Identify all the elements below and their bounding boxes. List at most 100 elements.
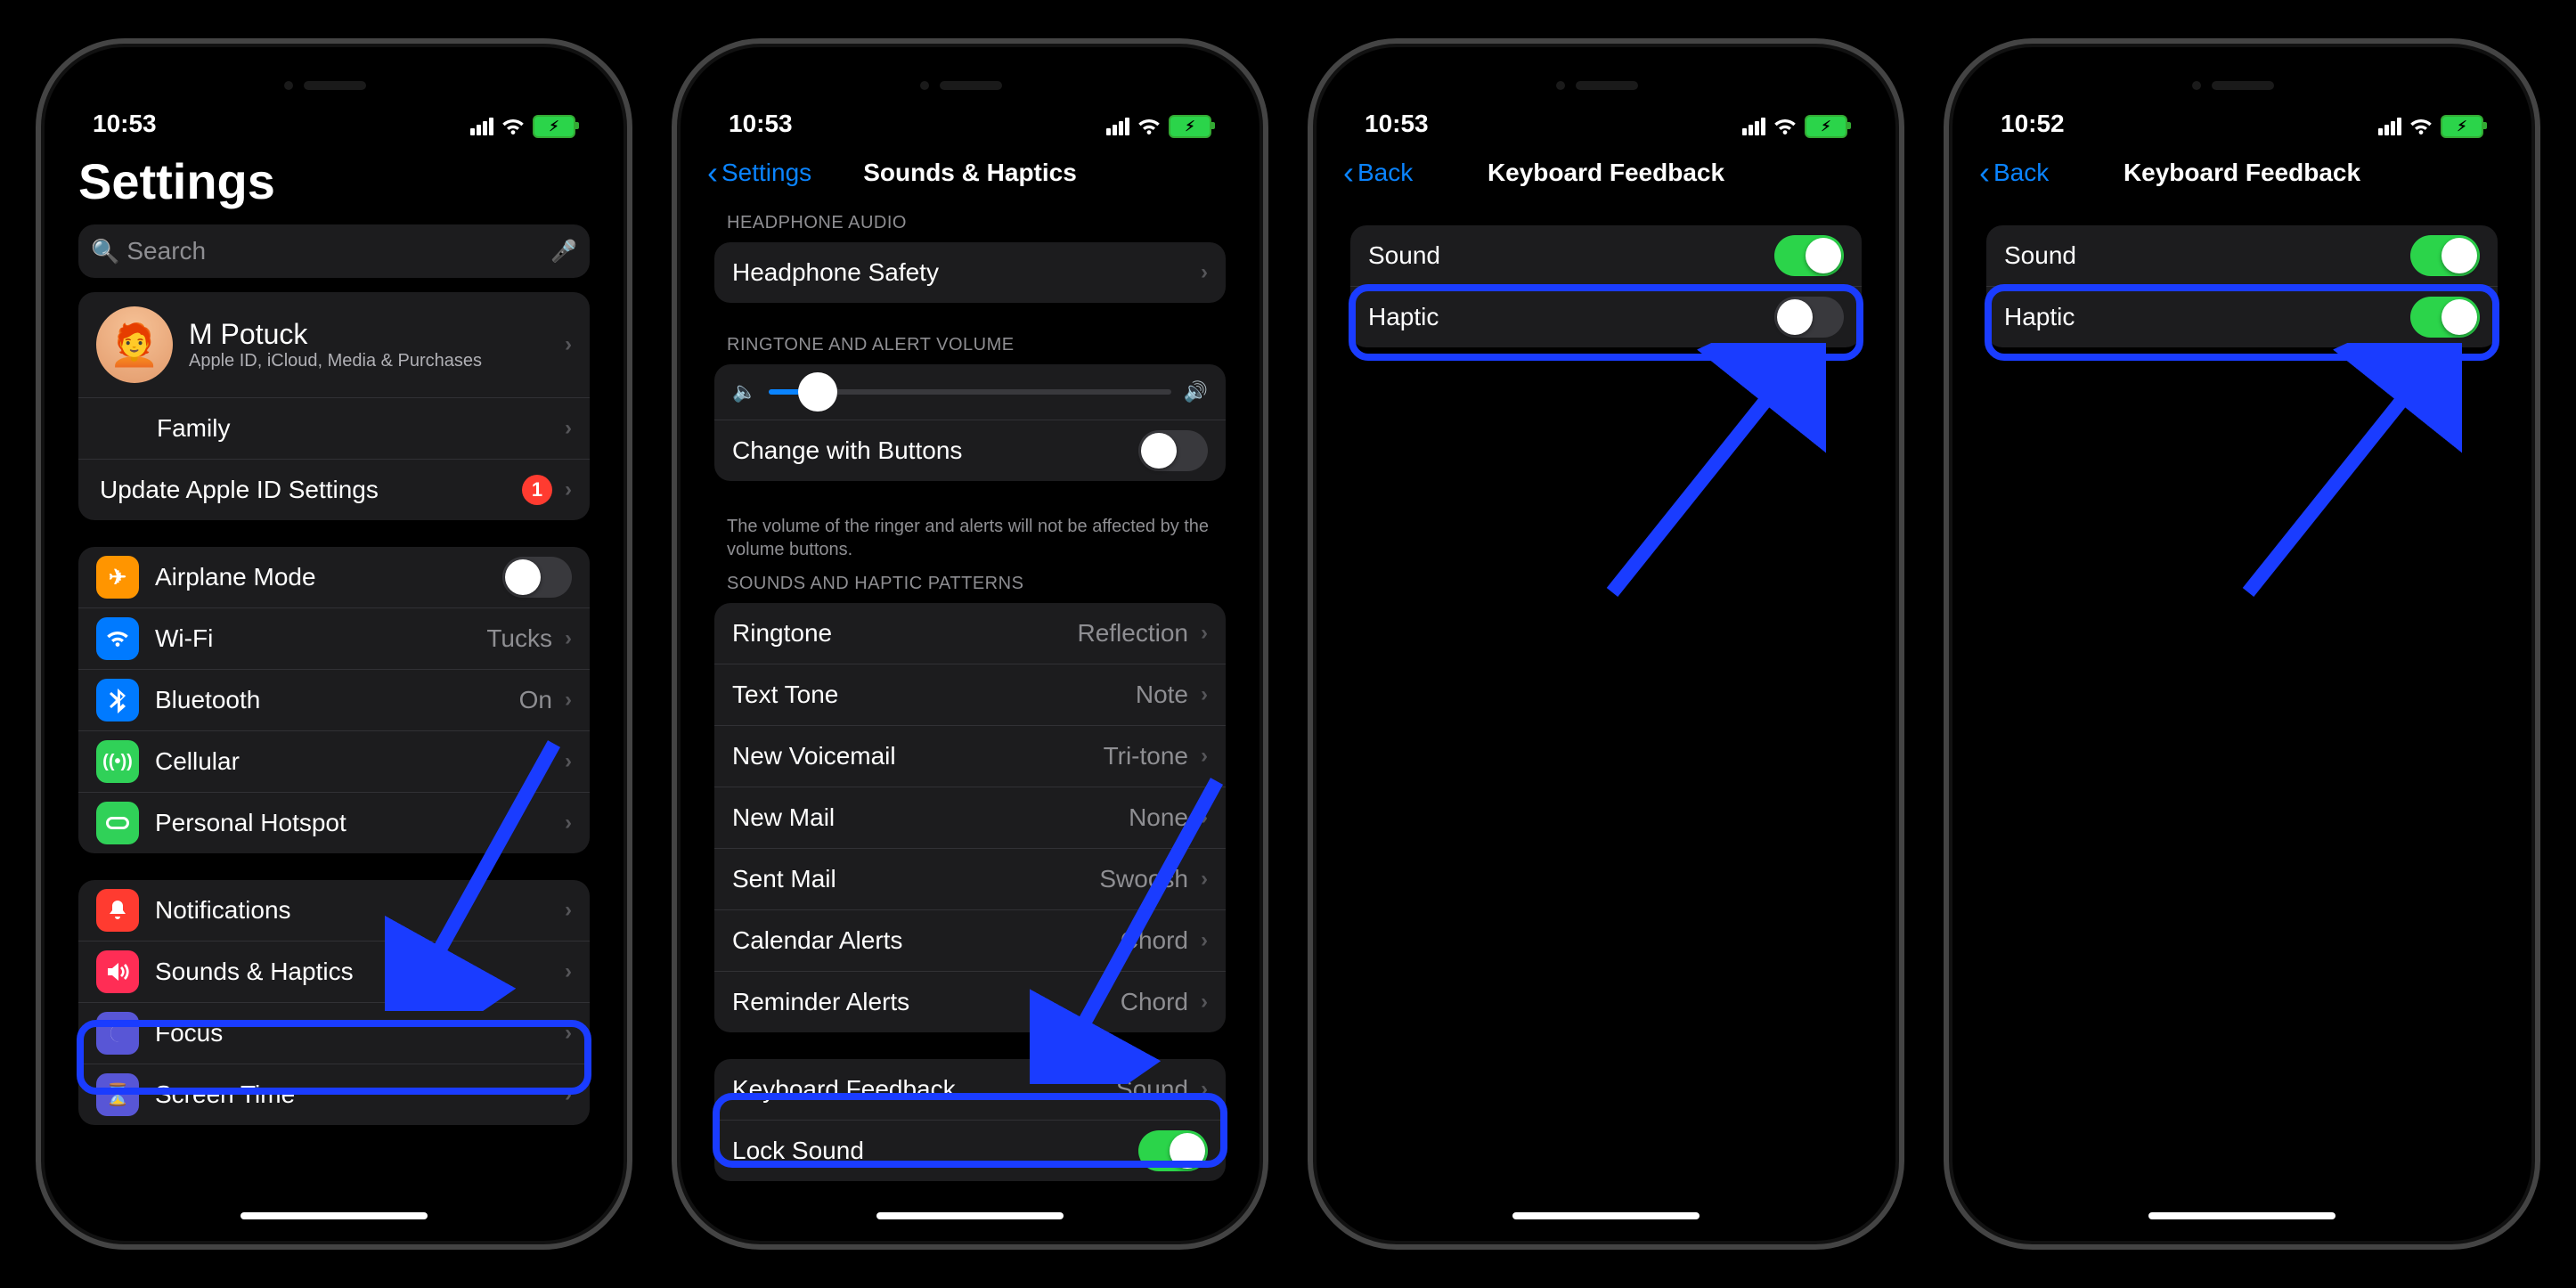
bluetooth-icon [96, 679, 139, 721]
chevron-icon: › [1201, 744, 1208, 769]
page-title: Keyboard Feedback [2124, 159, 2360, 187]
home-indicator[interactable] [240, 1212, 428, 1219]
wifi-icon [1137, 117, 1162, 136]
search-icon: 🔍 [91, 238, 119, 265]
apple-id-row[interactable]: 🧑‍🦰 M Potuck Apple ID, iCloud, Media & P… [78, 292, 590, 397]
haptic-toggle[interactable] [2410, 297, 2480, 338]
sent-mail-row[interactable]: Sent MailSwoosh› [714, 848, 1226, 909]
status-time: 10:53 [1365, 110, 1429, 138]
chevron-icon: › [565, 626, 572, 651]
section-header: RINGTONE AND ALERT VOLUME [691, 330, 1249, 364]
airplane-icon: ✈︎ [96, 556, 139, 599]
speaker-icon [96, 950, 139, 993]
airplane-toggle[interactable] [502, 557, 572, 598]
sounds-haptics-row[interactable]: Sounds & Haptics › [78, 941, 590, 1002]
back-button[interactable]: ‹Settings [707, 159, 811, 187]
chevron-icon: › [565, 332, 572, 357]
sound-toggle[interactable] [2410, 235, 2480, 276]
change-with-buttons-row[interactable]: Change with Buttons [714, 420, 1226, 481]
chevron-icon: › [565, 898, 572, 923]
hotspot-row[interactable]: Personal Hotspot › [78, 792, 590, 853]
bluetooth-row[interactable]: Bluetooth On› [78, 669, 590, 730]
text-tone-row[interactable]: Text ToneNote› [714, 664, 1226, 725]
search-placeholder: Search [126, 237, 550, 265]
status-time: 10:53 [93, 110, 157, 138]
profile-sub: Apple ID, iCloud, Media & Purchases [189, 351, 565, 371]
volume-slider-row[interactable]: 🔈 🔊 [714, 364, 1226, 420]
status-time: 10:53 [729, 110, 793, 138]
home-indicator[interactable] [2148, 1212, 2336, 1219]
change-buttons-toggle[interactable] [1138, 430, 1208, 471]
chevron-icon: › [565, 477, 572, 502]
screen-time-row[interactable]: ⏳ Screen Time › [78, 1064, 590, 1125]
page-title: Sounds & Haptics [863, 159, 1077, 187]
chevron-icon: › [1201, 990, 1208, 1015]
status-time: 10:52 [2001, 110, 2065, 138]
haptic-row[interactable]: Haptic [1986, 286, 2498, 347]
sound-toggle[interactable] [1774, 235, 1844, 276]
cellular-bars-icon [470, 118, 493, 135]
back-button[interactable]: ‹Back [1979, 159, 2049, 187]
back-button[interactable]: ‹Back [1343, 159, 1413, 187]
sound-row[interactable]: Sound [1986, 225, 2498, 286]
chevron-icon: › [565, 416, 572, 441]
keyboard-feedback-row[interactable]: Keyboard FeedbackSound› [714, 1059, 1226, 1120]
cellular-bars-icon [2378, 118, 2401, 135]
notifications-row[interactable]: Notifications › [78, 880, 590, 941]
calendar-alerts-row[interactable]: Calendar AlertsChord› [714, 909, 1226, 971]
home-indicator[interactable] [1512, 1212, 1700, 1219]
bell-icon [96, 889, 139, 932]
chevron-icon: › [1201, 867, 1208, 892]
wifi-row[interactable]: Wi-Fi Tucks› [78, 607, 590, 669]
new-mail-row[interactable]: New MailNone› [714, 787, 1226, 848]
cellular-bars-icon [1106, 118, 1129, 135]
chevron-icon: › [565, 811, 572, 836]
page-title: Settings [78, 152, 590, 210]
volume-high-icon: 🔊 [1184, 380, 1208, 404]
battery-icon: ⚡︎ [1805, 115, 1847, 138]
home-indicator[interactable] [876, 1212, 1064, 1219]
moon-icon [96, 1012, 139, 1055]
wifi-setting-icon [96, 617, 139, 660]
badge: 1 [522, 475, 552, 505]
volume-slider[interactable] [769, 389, 1170, 395]
wifi-icon [2409, 117, 2433, 136]
hotspot-icon [96, 802, 139, 844]
chevron-icon: › [1201, 260, 1208, 285]
chevron-icon: › [565, 749, 572, 774]
notch [863, 58, 1077, 110]
airplane-mode-row[interactable]: ✈︎ Airplane Mode [78, 547, 590, 607]
search-input[interactable]: 🔍 Search 🎤 [78, 224, 590, 278]
cellular-row[interactable]: ((•)) Cellular › [78, 730, 590, 792]
cellular-bars-icon [1742, 118, 1765, 135]
lock-sound-toggle[interactable] [1138, 1130, 1208, 1171]
wifi-icon [1773, 117, 1797, 136]
section-header: SOUNDS AND HAPTIC PATTERNS [691, 568, 1249, 603]
new-voicemail-row[interactable]: New VoicemailTri-tone› [714, 725, 1226, 787]
lock-sound-row[interactable]: Lock Sound [714, 1120, 1226, 1181]
reminder-alerts-row[interactable]: Reminder AlertsChord› [714, 971, 1226, 1032]
notch [227, 58, 441, 110]
family-row[interactable]: Family › [78, 397, 590, 459]
haptic-row[interactable]: Haptic [1350, 286, 1862, 347]
chevron-icon: › [1201, 805, 1208, 830]
sound-row[interactable]: Sound [1350, 225, 1862, 286]
ringtone-row[interactable]: RingtoneReflection› [714, 603, 1226, 664]
battery-icon: ⚡︎ [2441, 115, 2483, 138]
chevron-icon: › [565, 1082, 572, 1107]
hourglass-icon: ⏳ [96, 1073, 139, 1116]
focus-row[interactable]: Focus › [78, 1002, 590, 1064]
headphone-safety-row[interactable]: Headphone Safety › [714, 242, 1226, 303]
update-apple-id-row[interactable]: Update Apple ID Settings 1 › [78, 459, 590, 520]
battery-icon: ⚡︎ [533, 115, 575, 138]
chevron-icon: › [1201, 682, 1208, 707]
volume-low-icon: 🔈 [732, 380, 756, 404]
chevron-icon: › [1201, 928, 1208, 953]
avatar: 🧑‍🦰 [96, 306, 173, 383]
chevron-icon: › [565, 1021, 572, 1046]
notch [1499, 58, 1713, 110]
section-footer: The volume of the ringer and alerts will… [691, 508, 1249, 568]
haptic-toggle[interactable] [1774, 297, 1844, 338]
mic-icon: 🎤 [550, 239, 577, 265]
battery-icon: ⚡︎ [1169, 115, 1211, 138]
